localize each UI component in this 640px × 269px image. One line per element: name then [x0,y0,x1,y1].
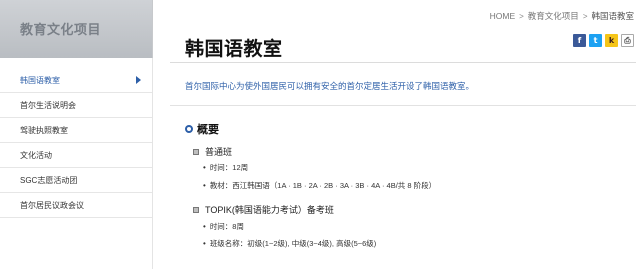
share-buttons: f t k ⎙ [573,34,634,47]
page-title: 韩国语教室 [185,39,283,60]
sidebar-item-label: 首尔居民议政会议 [20,200,84,210]
dot-bullet-icon: • [203,239,206,248]
intro-text: 首尔国际中心为使外国居民可以拥有安全的首尔定居生活开设了韩国语教室。 [185,81,475,91]
dot-bullet-icon: • [203,222,206,231]
sidebar-item-driving-license[interactable]: 驾驶执照教室 [0,118,153,143]
subsection-regular-class: 普通班 [193,145,232,158]
divider [170,105,636,106]
sidebar-item-cultural-activities[interactable]: 文化活动 [0,143,153,168]
detail-text: 时间：12周 [209,163,249,172]
breadcrumb-current: 韩国语教室 [591,11,634,21]
twitter-icon[interactable]: t [589,34,602,47]
square-bullet-icon [193,148,199,155]
divider [170,62,636,63]
sidebar-header: 教育文化项目 [0,0,153,58]
sidebar-item-label: 驾驶执照教室 [20,125,68,135]
breadcrumb-level1[interactable]: 教育文化项目 [528,10,579,22]
sidebar-divider [152,58,153,269]
section-heading: 概要 [185,121,219,137]
subsection-title: 普通班 [205,147,233,157]
chevron-right-icon: > [582,11,588,21]
sidebar-item-seoul-life-briefing[interactable]: 首尔生活说明会 [0,93,153,118]
kakaostory-icon[interactable]: k [605,34,618,47]
square-bullet-icon [193,206,199,213]
subsection-title: TOPIK(韩国语能力考试）备考班 [205,205,334,215]
sidebar-item-residents-council[interactable]: 首尔居民议政会议 [0,193,153,218]
section-title: 概要 [197,124,219,136]
sidebar-title: 教育文化项目 [20,22,102,37]
sidebar-item-label: 首尔生活说明会 [20,100,76,110]
sidebar: 教育文化项目 韩国语教室 首尔生活说明会 驾驶执照教室 文化活动 SGC志愿活动… [0,0,153,269]
detail-line: • 时间：12周 [203,162,248,173]
sidebar-item-label: SGC志愿活动团 [20,175,78,185]
ring-bullet-icon [185,125,193,133]
dot-bullet-icon: • [203,163,206,172]
detail-line: • 时间：8周 [203,221,244,232]
sidebar-item-sgc-volunteer[interactable]: SGC志愿活动团 [0,168,153,193]
sidebar-item-korean-class[interactable]: 韩国语教室 [0,68,153,93]
chevron-right-icon [136,76,141,84]
facebook-icon[interactable]: f [573,34,586,47]
detail-text: 班级名称：初级(1~2级), 中级(3~4级), 高级(5~6级) [209,239,377,248]
detail-text: 教材：西江韩国语（1A · 1B · 2A · 2B · 3A · 3B · 4… [209,181,437,190]
print-icon[interactable]: ⎙ [621,34,634,47]
detail-line: • 班级名称：初级(1~2级), 中级(3~4级), 高级(5~6级) [203,238,376,249]
detail-text: 时间：8周 [209,222,244,231]
chevron-right-icon: > [519,11,524,21]
breadcrumb-home[interactable]: HOME [490,11,516,21]
subsection-topik-class: TOPIK(韩国语能力考试）备考班 [193,203,334,216]
sidebar-item-label: 韩国语教室 [20,75,60,85]
dot-bullet-icon: • [203,181,206,190]
sidebar-item-label: 文化活动 [20,150,52,160]
sidebar-menu: 韩国语教室 首尔生活说明会 驾驶执照教室 文化活动 SGC志愿活动团 首尔居民议… [0,68,153,218]
detail-line: • 教材：西江韩国语（1A · 1B · 2A · 2B · 3A · 3B ·… [203,180,436,191]
breadcrumb: HOME > 教育文化项目 > 韩国语教室 [490,10,634,22]
